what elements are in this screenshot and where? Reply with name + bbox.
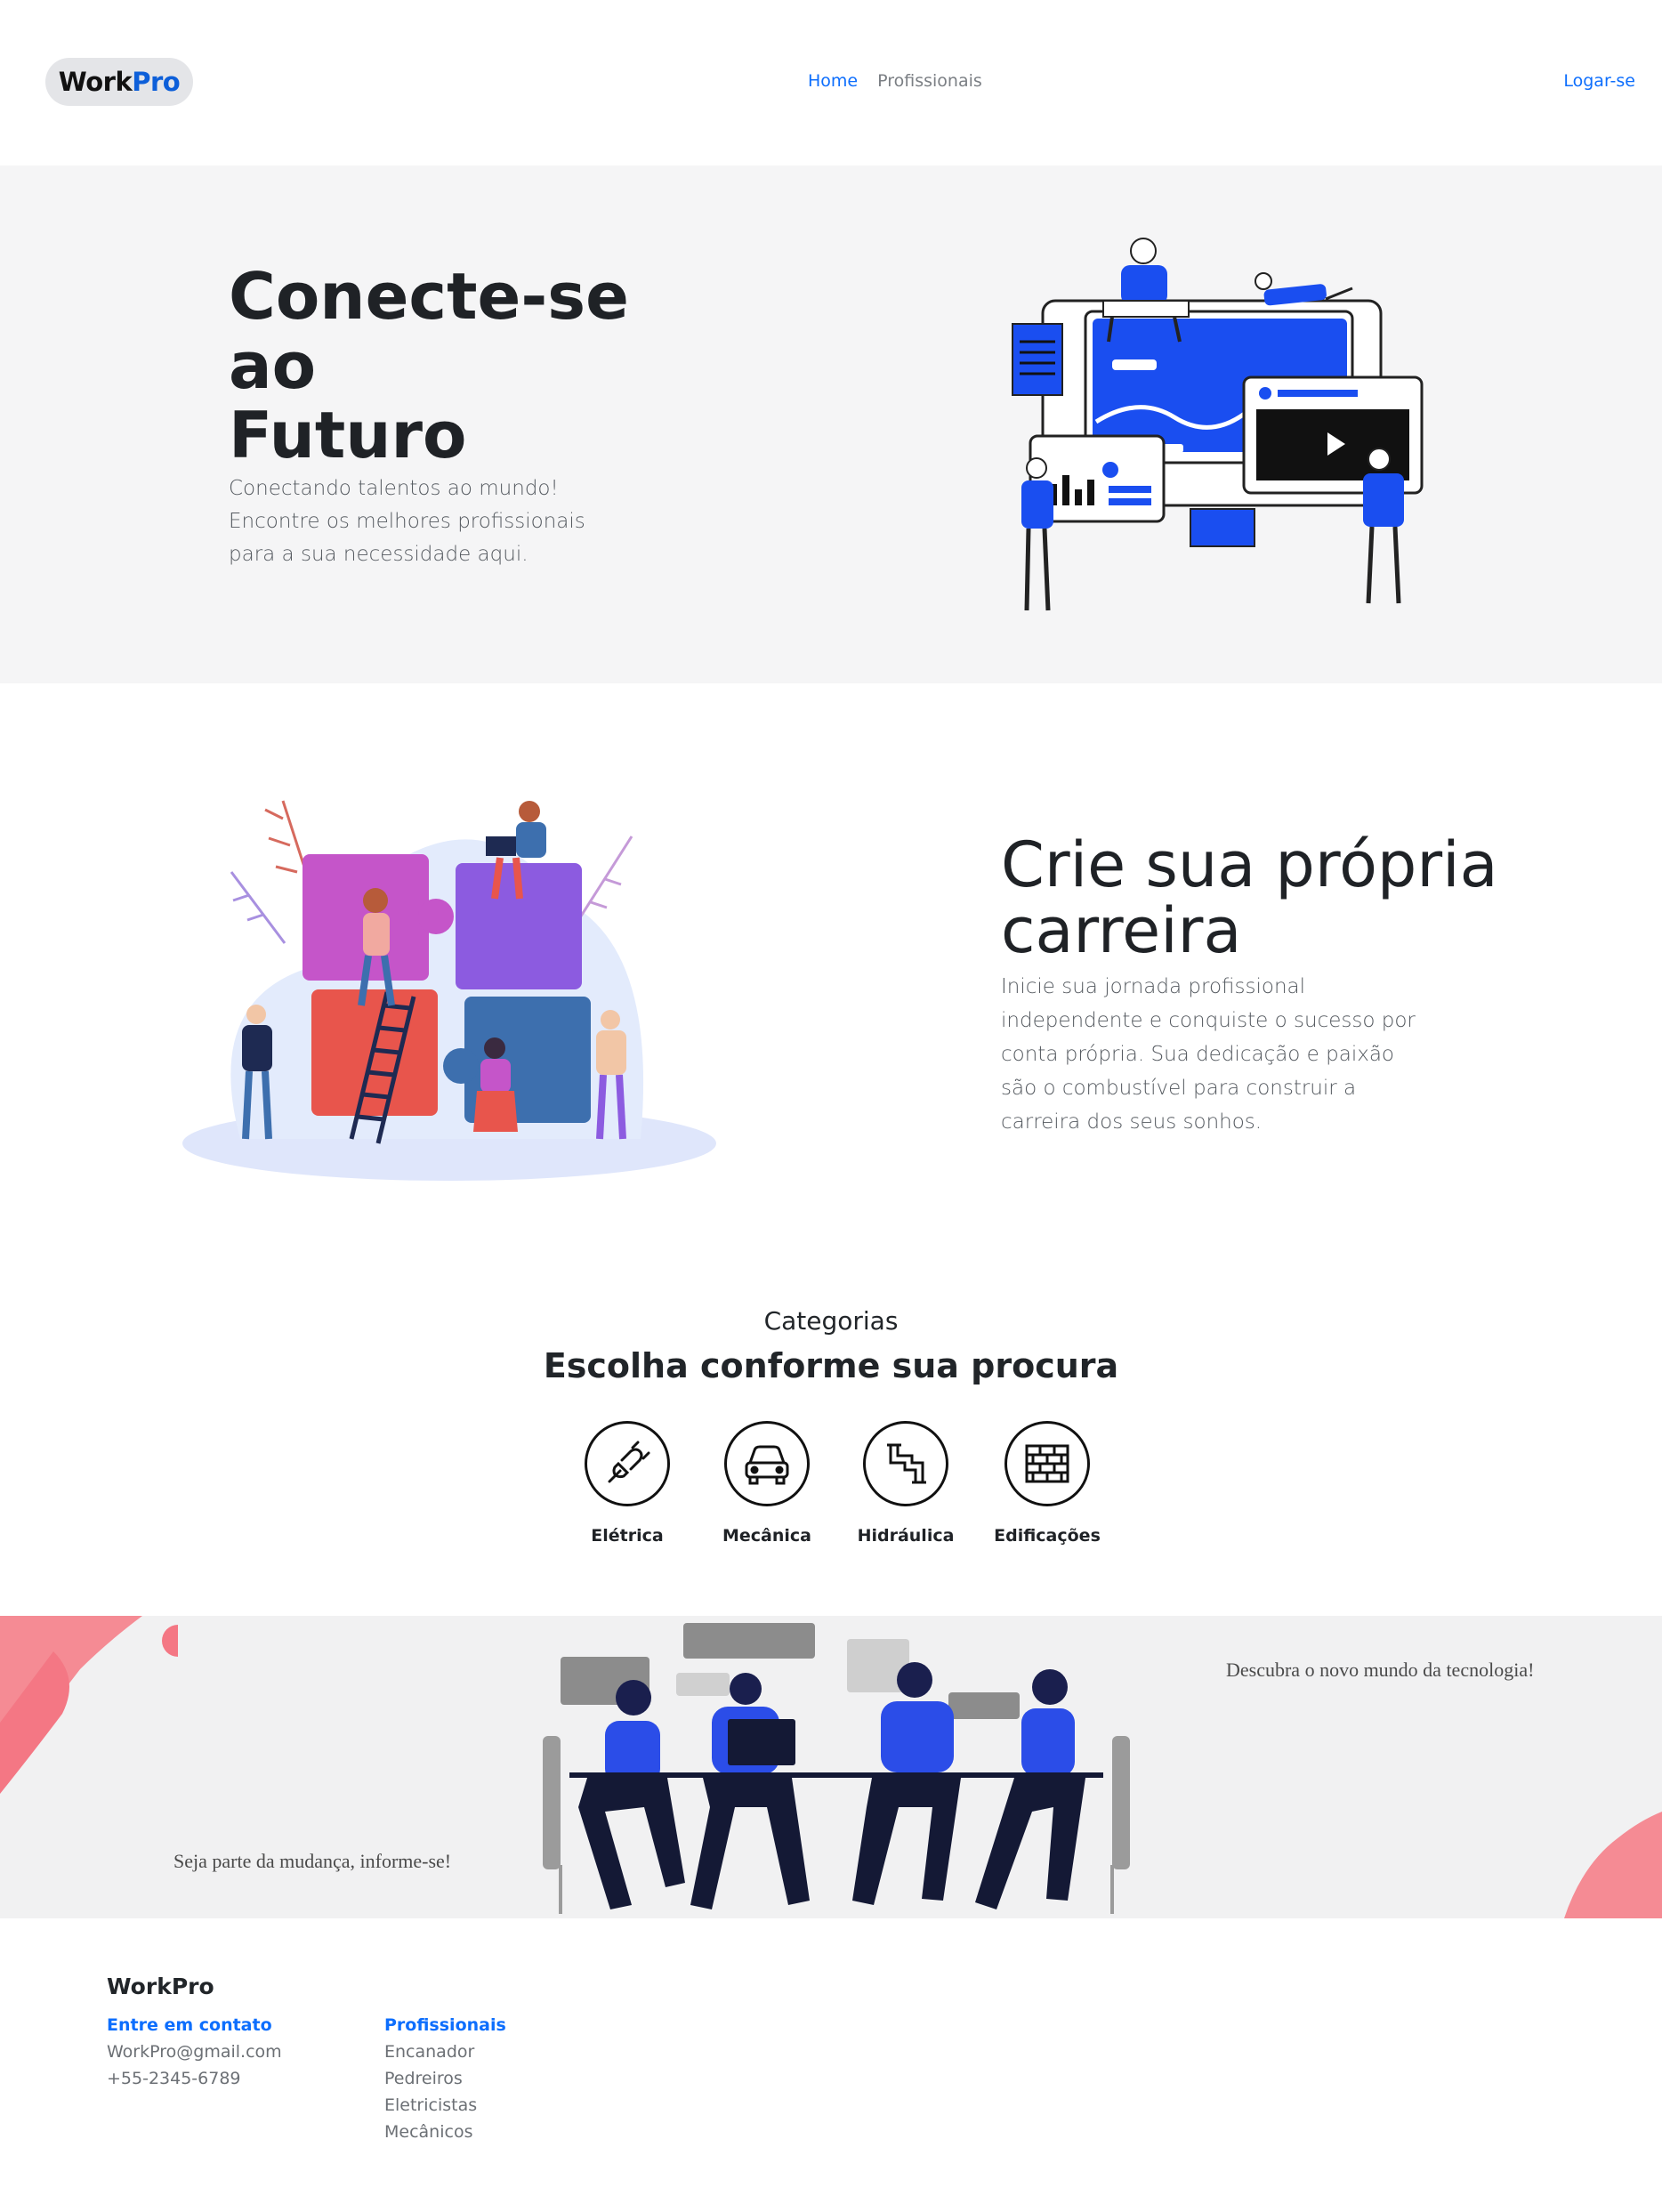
logo-pro-text: Pro [132, 67, 181, 97]
footer-professionals-heading: Profissionais [384, 2015, 506, 2035]
team-meeting-illustration [543, 1623, 1130, 1914]
categories-title: Escolha conforme sua procura [543, 1346, 1119, 1385]
category-edificacoes[interactable]: Edificações [980, 1421, 1114, 1546]
pipe-icon[interactable] [863, 1421, 948, 1506]
footer-professionals-column: Profissionais Encanador Pedreiros Eletri… [384, 2012, 506, 2145]
nav-profissionais-link[interactable]: Profissionais [877, 71, 982, 91]
navbar: Work Pro Home Profissionais Logar-se [0, 0, 1662, 165]
plug-icon[interactable] [585, 1421, 670, 1506]
tech-banner: Seja parte da mudança, informe-se! Descu… [0, 1616, 1662, 1918]
hero-title: Conecte-se ao Futuro [229, 262, 691, 470]
nav-home-link[interactable]: Home [808, 71, 858, 91]
footer-brand: WorkPro [107, 1974, 214, 1999]
category-eletrica[interactable]: Elétrica [561, 1421, 694, 1546]
hero-title-line: Conecte-se [229, 259, 629, 334]
main-nav: Home Profissionais [808, 71, 982, 91]
category-hidraulica[interactable]: Hidráulica [839, 1421, 972, 1546]
footer-link-mecanicos[interactable]: Mecânicos [384, 2119, 506, 2145]
footer-email[interactable]: WorkPro@gmail.com [107, 2038, 282, 2065]
car-icon[interactable] [724, 1421, 810, 1506]
category-label: Mecânica [722, 1526, 811, 1546]
footer-link-eletricistas[interactable]: Eletricistas [384, 2092, 506, 2119]
decor-blob-right [1564, 1812, 1662, 1918]
categories-kicker: Categorias [763, 1306, 899, 1336]
decor-blob-left [0, 1616, 178, 1794]
category-label: Edificações [994, 1526, 1101, 1546]
categories-list: Elétrica Mecânica Hidráulica Edificações [561, 1421, 1112, 1554]
career-title: Crie sua própria carreira [1001, 828, 1498, 967]
banner-left-text: Seja parte da mudança, informe-se! [173, 1850, 452, 1872]
hero-title-line: Futuro [229, 398, 467, 472]
career-subtitle: Inicie sua jornada profissional independ… [1001, 975, 1416, 1134]
category-label: Hidráulica [857, 1526, 955, 1546]
logo[interactable]: Work Pro [45, 58, 193, 106]
footer-phone[interactable]: +55-2345-6789 [107, 2065, 282, 2092]
hero-title-line: ao [229, 328, 317, 403]
footer-contact-heading: Entre em contato [107, 2015, 272, 2035]
hero-section: Conecte-se ao Futuro Conectando talentos… [0, 165, 1662, 683]
hero-illustration [1012, 238, 1424, 611]
footer-link-pedreiros[interactable]: Pedreiros [384, 2065, 506, 2092]
footer-contact-column: Entre em contato WorkPro@gmail.com +55-2… [107, 2012, 282, 2092]
logo-work-text: Work [58, 67, 133, 97]
banner-right-text: Descubra o novo mundo da tecnologia! [1226, 1659, 1535, 1681]
footer-link-encanador[interactable]: Encanador [384, 2038, 506, 2065]
brick-wall-icon[interactable] [1004, 1421, 1090, 1506]
category-mecanica[interactable]: Mecânica [700, 1421, 834, 1546]
career-illustration [182, 800, 716, 1181]
category-label: Elétrica [591, 1526, 664, 1546]
hero-subtitle: Conectando talentos ao mundo! Encontre o… [229, 477, 585, 566]
login-link[interactable]: Logar-se [1563, 71, 1635, 91]
